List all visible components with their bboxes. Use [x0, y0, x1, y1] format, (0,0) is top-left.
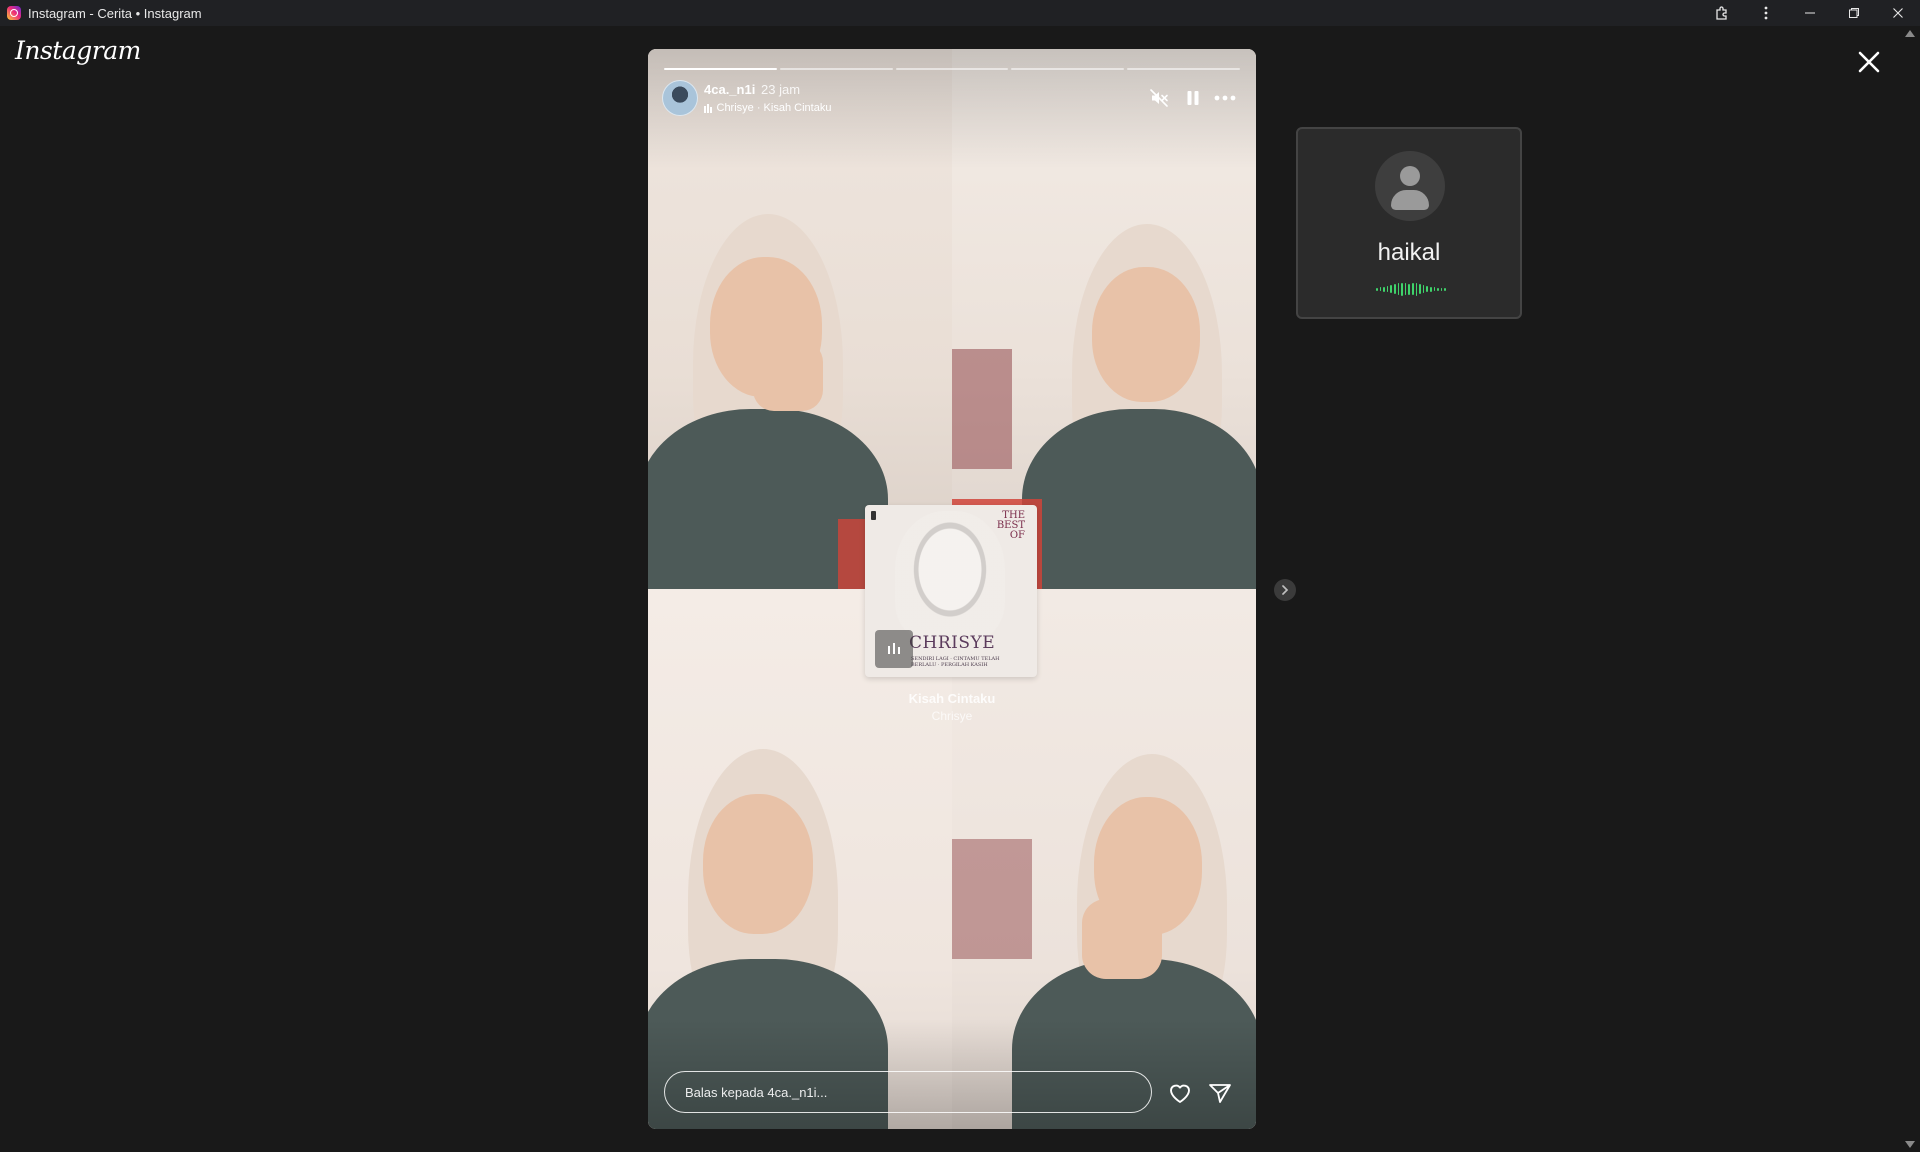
reply-input[interactable]: Balas kepada 4ca._n1i...	[664, 1071, 1152, 1113]
wave-bar	[1429, 286, 1432, 292]
wave-bar	[1404, 283, 1407, 295]
album-artist-text: CHRISYE	[909, 633, 996, 653]
heart-icon[interactable]	[1166, 1079, 1194, 1107]
sticker-song-artist: Chrisye	[931, 709, 973, 723]
story-music-info[interactable]: Chrisye · Kisah Cintaku	[704, 102, 831, 114]
next-story-button[interactable]	[1274, 579, 1296, 601]
scroll-down-arrow[interactable]	[1905, 1141, 1915, 1148]
story-progress-bar	[664, 68, 1240, 70]
album-art-sketch	[895, 511, 1005, 641]
wave-bar	[1390, 285, 1392, 293]
wave-bar	[1437, 287, 1439, 291]
album-top-text: THE BEST OF	[996, 510, 1025, 541]
wave-bar	[1408, 283, 1410, 295]
caller-name: haikal	[1377, 239, 1441, 266]
caller-avatar	[1375, 151, 1445, 221]
music-sticker[interactable]: THE BEST OF CHRISYE SENDIRI LAGI · CINTA…	[865, 505, 1037, 677]
sticker-corner-mark	[871, 511, 876, 520]
muted-speaker-icon[interactable]	[1146, 85, 1172, 111]
wave-bar	[1415, 282, 1418, 296]
progress-segment	[1011, 68, 1125, 70]
story-username[interactable]: 4ca._n1i	[704, 82, 755, 97]
wave-bar	[1386, 286, 1389, 292]
minimize-icon[interactable]	[1788, 0, 1832, 26]
window-controls	[1700, 0, 1920, 26]
instagram-icon	[7, 6, 21, 20]
audio-wave-icon	[1376, 282, 1446, 296]
window-titlebar: Instagram - Cerita • Instagram	[0, 0, 1920, 26]
wave-bar	[1422, 285, 1425, 293]
progress-segment	[779, 68, 893, 70]
pause-icon[interactable]	[1180, 85, 1206, 111]
extensions-icon[interactable]	[1700, 0, 1744, 26]
music-bars-icon	[875, 630, 913, 668]
wave-bar	[1426, 286, 1428, 292]
close-story-button[interactable]	[1853, 46, 1885, 78]
restore-icon[interactable]	[1832, 0, 1876, 26]
progress-segment	[895, 68, 1009, 70]
album-tracklist-text: SENDIRI LAGI · CINTAMU TELAH BERLALU · P…	[911, 656, 1000, 668]
wave-bar	[1419, 284, 1421, 294]
wave-bar	[1440, 287, 1443, 291]
story-author-avatar[interactable]	[662, 80, 698, 116]
call-popup[interactable]: haikal	[1296, 127, 1522, 319]
send-icon[interactable]	[1206, 1079, 1234, 1107]
person-icon-head	[1400, 166, 1420, 186]
instagram-logo[interactable]: Instagram	[15, 36, 141, 65]
more-horizontal-icon[interactable]	[1212, 85, 1238, 111]
wave-bar	[1397, 283, 1400, 295]
progress-segment	[1127, 68, 1240, 70]
scroll-up-arrow[interactable]	[1905, 30, 1915, 37]
wave-bar	[1401, 282, 1403, 296]
wave-bar	[1379, 287, 1382, 291]
progress-segment	[664, 68, 777, 70]
music-bars-icon	[704, 103, 712, 113]
close-icon[interactable]	[1876, 0, 1920, 26]
wave-bar	[1376, 287, 1378, 291]
page-scrollbar[interactable]	[1902, 26, 1920, 1152]
more-vertical-icon[interactable]	[1744, 0, 1788, 26]
wave-bar	[1383, 286, 1385, 292]
story-card[interactable]: 4ca._n1i 23 jam Chrisye · Kisah Cintaku …	[648, 49, 1256, 1129]
wave-bar	[1393, 284, 1396, 294]
sticker-song-title: Kisah Cintaku	[908, 691, 996, 706]
wave-bar	[1411, 283, 1414, 295]
story-timestamp: 23 jam	[761, 82, 801, 97]
wave-bar	[1433, 287, 1436, 291]
person-icon-body	[1391, 190, 1429, 210]
wave-bar	[1444, 287, 1446, 291]
story-music-label: Chrisye · Kisah Cintaku	[716, 102, 832, 114]
window-title: Instagram - Cerita • Instagram	[28, 5, 202, 21]
